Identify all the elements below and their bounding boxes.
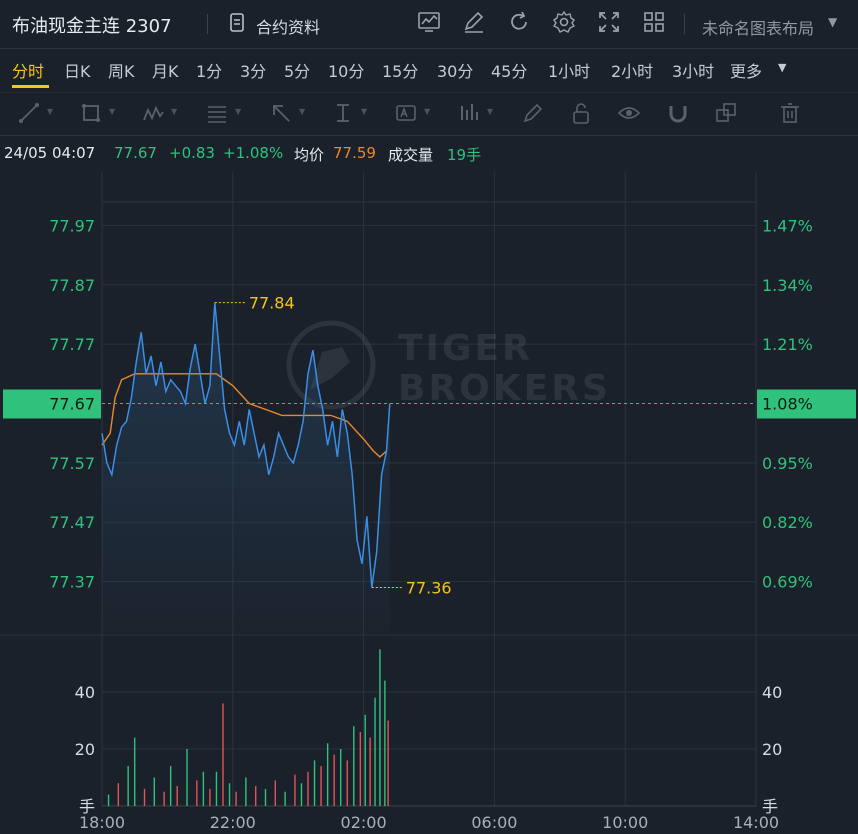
indicator-tool-icon[interactable] (458, 102, 480, 128)
chart-style-icon[interactable] (417, 10, 441, 38)
chart-header: 布油现金主连 2307 合约资料 未命名图表布局 ▼ (0, 0, 858, 49)
timeframe-tab[interactable]: 更多 (730, 58, 762, 82)
pct-axis-label-right: 0.95% (762, 454, 813, 473)
high-price-label: 77.84 (249, 294, 295, 313)
tool-dropdown-icon[interactable]: ▼ (299, 107, 305, 116)
volume-axis-label-left: 40 (75, 683, 95, 702)
volume-bars (107, 649, 389, 806)
grid-layout-icon[interactable] (642, 10, 666, 38)
timeframe-tab[interactable]: 10分 (328, 58, 364, 82)
pct-axis-label-right: 0.69% (762, 573, 813, 592)
info-price: 77.67 (114, 144, 157, 162)
tool-dropdown-icon[interactable]: ▼ (171, 107, 177, 116)
timeframe-tab[interactable]: 3分 (240, 58, 266, 82)
low-price-label: 77.36 (406, 579, 452, 598)
active-tab-underline (12, 85, 49, 88)
lock-icon[interactable] (570, 102, 592, 128)
tiger-brokers-watermark: TIGER BROKERS (286, 320, 611, 410)
divider (684, 14, 685, 34)
current-price-tag-label: 77.67 (49, 395, 95, 414)
timeframe-tab[interactable]: 分时 (12, 58, 44, 82)
timeframe-tab[interactable]: 周K (108, 58, 135, 82)
pen-icon[interactable] (521, 102, 543, 128)
layout-name[interactable]: 未命名图表布局 (702, 15, 814, 39)
info-avg-value: 77.59 (333, 144, 376, 162)
text-tool-icon[interactable] (395, 102, 417, 128)
measure-tool-icon[interactable] (332, 102, 354, 128)
fullscreen-icon[interactable] (597, 10, 621, 38)
pct-axis-label-right: 1.21% (762, 335, 813, 354)
drawing-toolbar: ▼ ▼ ▼ ▼ ▼ ▼ ▼ ▼ (0, 92, 858, 136)
x-axis-tick-label: 06:00 (471, 813, 517, 832)
tool-dropdown-icon[interactable]: ▼ (361, 107, 367, 116)
fib-tool-icon[interactable] (206, 102, 228, 128)
info-avg-label: 均价 (294, 146, 325, 164)
copy-icon[interactable] (715, 102, 737, 128)
price-info-line: 24/05 04:07 77.67 +0.83 +1.08% 均价 77.59 … (0, 134, 858, 172)
info-change-pct: +1.08% (223, 144, 284, 162)
trash-icon[interactable] (779, 102, 801, 128)
x-axis-tick-label: 22:00 (210, 813, 256, 832)
price-axis-label-left: 77.77 (49, 335, 95, 354)
timeframe-tab[interactable]: 5分 (284, 58, 310, 82)
price-axis-label-left: 77.37 (49, 573, 95, 592)
timeframe-tab[interactable]: 日K (64, 58, 91, 82)
tool-dropdown-icon[interactable]: ▼ (424, 107, 430, 116)
timeframe-tab[interactable]: 45分 (491, 58, 527, 82)
price-axis-label-left: 77.47 (49, 513, 95, 532)
timeframe-tab[interactable]: 1分 (196, 58, 222, 82)
line-tool-icon[interactable] (18, 102, 40, 128)
timeframe-tab[interactable]: 月K (152, 58, 179, 82)
rect-tool-icon[interactable] (80, 102, 102, 128)
layout-dropdown-icon[interactable]: ▼ (828, 15, 837, 29)
more-dropdown-icon[interactable]: ▼ (778, 61, 786, 74)
watermark-line-2: BROKERS (398, 368, 611, 409)
pattern-tool-icon[interactable] (142, 102, 164, 128)
x-axis-tick-label: 14:00 (733, 813, 779, 832)
tool-dropdown-icon[interactable]: ▼ (235, 107, 241, 116)
tool-dropdown-icon[interactable]: ▼ (487, 107, 493, 116)
current-pct-tag-label: 1.08% (762, 395, 813, 414)
volume-axis-label-right: 20 (762, 740, 782, 759)
price-axis-label-left: 77.97 (49, 216, 95, 235)
settings-icon[interactable] (552, 10, 576, 38)
eye-icon[interactable] (617, 102, 641, 128)
refresh-icon[interactable] (507, 10, 531, 38)
timeframe-tab[interactable]: 30分 (437, 58, 473, 82)
watermark-line-1: TIGER (398, 328, 533, 369)
volume-axis-label-right: 40 (762, 683, 782, 702)
tool-dropdown-icon[interactable]: ▼ (109, 107, 115, 116)
pct-axis-label-right: 1.34% (762, 276, 813, 295)
timeframe-tab[interactable]: 1小时 (548, 58, 590, 82)
info-volume-value: 19手 (447, 146, 482, 164)
contract-info-link[interactable]: 合约资料 (256, 14, 320, 38)
document-icon (229, 13, 245, 37)
timeframe-tab[interactable]: 2小时 (611, 58, 653, 82)
divider (207, 14, 208, 34)
intraday-chart[interactable]: TIGER BROKERS 77.84 77.36 77.97 77.87 77.77… (0, 172, 858, 834)
price-axis-label-left: 77.57 (49, 454, 95, 473)
info-change: +0.83 (169, 144, 215, 162)
arrow-tool-icon[interactable] (270, 102, 292, 128)
x-axis-tick-label: 02:00 (341, 813, 387, 832)
volume-axis-label-left: 20 (75, 740, 95, 759)
timeframe-tab[interactable]: 15分 (382, 58, 418, 82)
info-datetime: 24/05 04:07 (4, 144, 96, 162)
x-axis-tick-label: 18:00 (79, 813, 125, 832)
magnet-icon[interactable] (667, 102, 689, 128)
price-axis-label-left: 77.87 (49, 276, 95, 295)
draw-icon[interactable] (462, 10, 486, 38)
pct-axis-label-right: 1.47% (762, 216, 813, 235)
timeframe-bar: 分时 日K 周K 月K 1分 3分 5分 10分 15分 30分 45分 1小时 2小时 3小时 更多 ▼ (0, 48, 858, 92)
x-axis-tick-label: 10:00 (602, 813, 648, 832)
timeframe-tab[interactable]: 3小时 (672, 58, 714, 82)
price-area-fill (102, 302, 390, 635)
pct-axis-label-right: 0.82% (762, 513, 813, 532)
symbol-title[interactable]: 布油现金主连 2307 (12, 12, 172, 38)
info-volume-label: 成交量 (388, 146, 434, 164)
tool-dropdown-icon[interactable]: ▼ (47, 107, 53, 116)
